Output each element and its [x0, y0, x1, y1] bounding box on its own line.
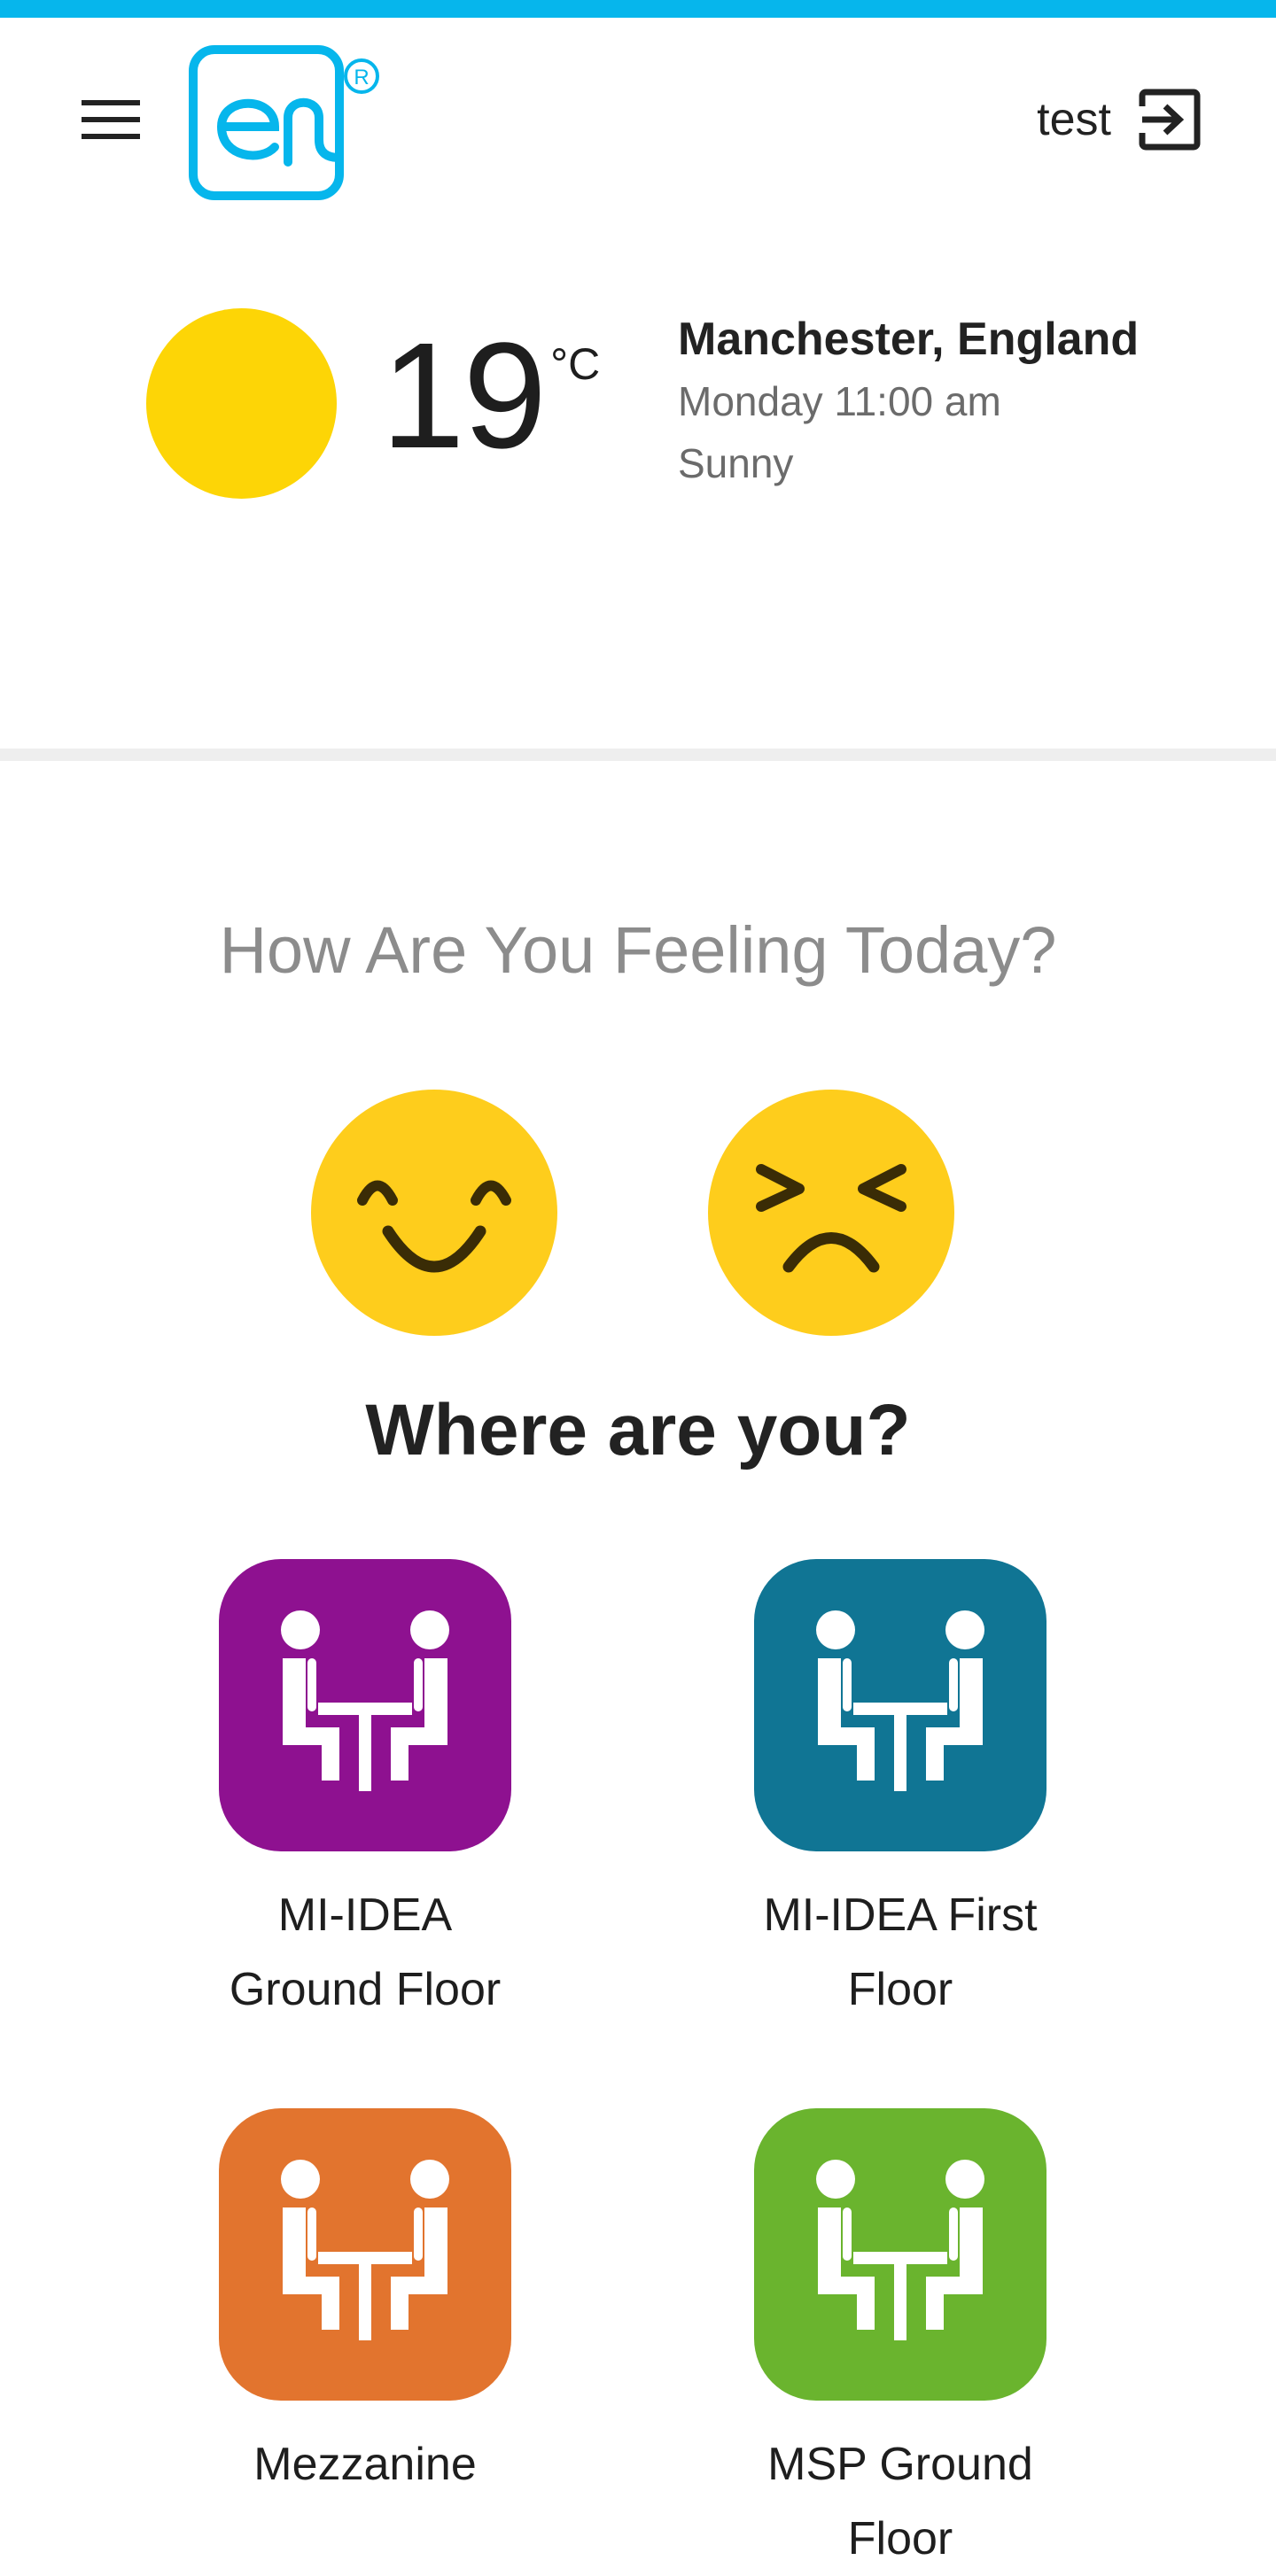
location-title: Where are you? — [365, 1390, 911, 1470]
temperature: 19 °C — [381, 312, 600, 480]
logout-icon — [1139, 89, 1201, 151]
weather-widget: 19 °C Manchester, England Monday 11:00 a… — [0, 213, 1276, 749]
weather-location: Manchester, England — [678, 314, 1140, 365]
location-tile-mezzanine[interactable]: Mezzanine — [197, 2108, 533, 2502]
location-label: MI-IDEA First Floor — [763, 1889, 1038, 2015]
menu-button[interactable] — [71, 80, 151, 159]
weather-datetime: Monday 11:00 am — [678, 378, 1001, 424]
app-logo: R — [186, 43, 390, 202]
location-tile-mi-idea-ground-floor[interactable]: MI-IDEA Ground Floor — [197, 1559, 533, 2027]
hamburger-menu-icon — [82, 100, 140, 139]
location-label: Mezzanine — [253, 2439, 477, 2490]
meeting-table-icon — [754, 1559, 1046, 1851]
meeting-table-icon — [219, 1559, 511, 1851]
happy-face-icon — [357, 1180, 511, 1273]
sad-face-icon — [756, 1164, 906, 1273]
top-accent-bar — [0, 0, 1276, 18]
temperature-unit: °C — [550, 339, 601, 389]
weather-condition: Sunny — [678, 440, 794, 486]
sad-face-button[interactable] — [708, 1090, 954, 1336]
location-label: MSP Ground Floor — [767, 2439, 1033, 2564]
location-label: MI-IDEA Ground Floor — [229, 1889, 502, 2015]
logout-button[interactable] — [1134, 84, 1205, 155]
happy-face-button[interactable] — [311, 1090, 557, 1336]
weather-location-info: Manchester, England Monday 11:00 am Sunn… — [678, 308, 1139, 494]
user-name: test — [1037, 94, 1111, 145]
location-tile-mi-idea-first-floor[interactable]: MI-IDEA First Floor — [732, 1559, 1069, 2027]
feeling-title: How Are You Feeling Today? — [219, 913, 1057, 987]
meeting-table-icon — [219, 2108, 511, 2401]
location-tile-msp-ground-floor[interactable]: MSP Ground Floor — [732, 2108, 1069, 2576]
svg-text:R: R — [354, 66, 369, 89]
section-divider — [0, 749, 1276, 761]
temperature-value: 19 — [381, 312, 547, 480]
app-header: R test — [0, 18, 1276, 213]
sun-icon — [146, 308, 337, 499]
user-area: test — [1037, 80, 1205, 159]
meeting-table-icon — [754, 2108, 1046, 2401]
